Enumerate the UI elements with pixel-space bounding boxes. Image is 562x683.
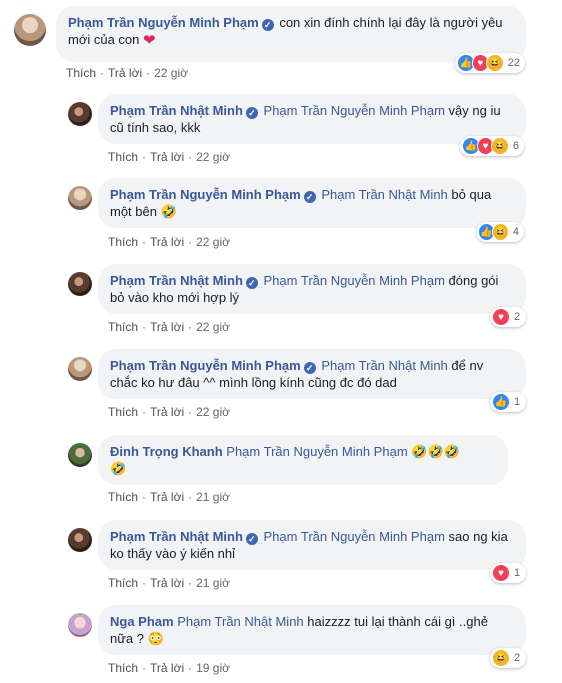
comment-author[interactable]: Phạm Trần Nguyễn Minh Phạm	[68, 15, 259, 30]
haha-reaction-icon: 😆	[491, 137, 509, 155]
mentioned-user[interactable]: Phạm Trần Nguyễn Minh Phạm	[264, 103, 445, 118]
reply-link[interactable]: Trả lời	[150, 405, 184, 419]
comment-time[interactable]: 19 giờ	[196, 661, 230, 675]
avatar[interactable]	[68, 272, 92, 296]
comment-author[interactable]: Nga Pham	[110, 614, 174, 629]
comment-actions: Thích · Trả lời · 22 giờ	[108, 405, 230, 419]
rofl-emoji-icon: 🤣	[110, 461, 127, 476]
like-link[interactable]: Thích	[66, 66, 96, 80]
reply-link[interactable]: Trả lời	[150, 661, 184, 675]
reaction-count: 1	[514, 396, 521, 408]
avatar[interactable]	[68, 102, 92, 126]
comment-author[interactable]: Phạm Trần Nhật Minh	[110, 273, 243, 288]
avatar[interactable]	[68, 443, 92, 467]
like-link[interactable]: Thích	[108, 576, 138, 590]
verified-badge-icon: ✓	[303, 362, 316, 374]
reaction-count: 4	[512, 226, 519, 238]
comment-author[interactable]: Phạm Trần Nhật Minh	[110, 103, 243, 118]
comment-author[interactable]: Phạm Trần Nguyễn Minh Phạm	[110, 187, 301, 202]
flushed-emoji-icon: 😳	[147, 631, 164, 646]
reaction-count: 2	[514, 311, 521, 323]
comment-bubble: Phạm Trần Nguyễn Minh Phạm ✓ Phạm Trần Nh…	[98, 349, 526, 399]
reaction-count: 22	[507, 57, 520, 69]
heart-emoji-icon: ❤	[143, 32, 156, 49]
mentioned-user[interactable]: Phạm Trần Nhật Minh	[321, 187, 447, 202]
like-link[interactable]: Thích	[108, 150, 138, 164]
comment-time[interactable]: 21 giờ	[196, 490, 230, 504]
comment-bubble: Phạm Trần Nguyễn Minh Phạm ✓ con xin đính…	[56, 6, 526, 62]
love-reaction-icon: ♥	[492, 308, 510, 326]
reply-link[interactable]: Trả lời	[150, 576, 184, 590]
mentioned-user[interactable]: Phạm Trần Nhật Minh	[321, 358, 447, 373]
verified-badge-icon: ✓	[303, 191, 316, 203]
reactions-summary[interactable]: ♥ 1	[490, 563, 526, 583]
comment-time[interactable]: 22 giờ	[154, 66, 188, 80]
verified-badge-icon: ✓	[245, 533, 258, 545]
comment-author[interactable]: Đinh Trọng Khanh	[110, 444, 223, 459]
comment-time[interactable]: 22 giờ	[196, 405, 230, 419]
reply-link[interactable]: Trả lời	[108, 66, 142, 80]
reactions-summary[interactable]: ♥ 2	[490, 307, 526, 327]
comment-author[interactable]: Phạm Trần Nguyễn Minh Phạm	[110, 358, 301, 373]
like-link[interactable]: Thích	[108, 320, 138, 334]
reactions-summary[interactable]: 👍 😆 4	[476, 222, 524, 242]
mentioned-user[interactable]: Phạm Trần Nguyễn Minh Phạm	[264, 273, 445, 288]
reactions-summary[interactable]: 👍 ♥ 😆 6	[460, 136, 524, 156]
comment-time[interactable]: 22 giờ	[196, 235, 230, 249]
reactions-summary[interactable]: 👍 1	[490, 392, 526, 412]
comment-actions: Thích · Trả lời · 22 giờ	[108, 150, 230, 164]
like-link[interactable]: Thích	[108, 405, 138, 419]
reaction-count: 1	[514, 567, 521, 579]
reactions-summary[interactable]: 👍 ♥ 😆 22	[455, 53, 525, 73]
reply-link[interactable]: Trả lời	[150, 320, 184, 334]
avatar[interactable]	[68, 357, 92, 381]
haha-reaction-icon: 😆	[492, 649, 510, 667]
comment-actions: Thích · Trả lời · 21 giờ	[108, 490, 230, 504]
comment-actions: Thích · Trả lời · 22 giờ	[66, 66, 188, 80]
comment-bubble: Phạm Trần Nhật Minh ✓ Phạm Trần Nguyễn Mi…	[98, 264, 526, 314]
comment-bubble: Phạm Trần Nhật Minh ✓ Phạm Trần Nguyễn Mi…	[98, 520, 526, 570]
comment-bubble: Nga Pham Phạm Trần Nhật Minh haizzzz tui…	[98, 605, 526, 655]
verified-badge-icon: ✓	[261, 19, 274, 31]
comment-actions: Thích · Trả lời · 21 giờ	[108, 576, 230, 590]
haha-reaction-icon: 😆	[491, 223, 509, 241]
verified-badge-icon: ✓	[245, 277, 258, 289]
avatar[interactable]	[68, 613, 92, 637]
reply-link[interactable]: Trả lời	[150, 150, 184, 164]
comment-time[interactable]: 22 giờ	[196, 150, 230, 164]
like-reaction-icon: 👍	[492, 393, 510, 411]
rofl-emoji-icon: 🤣🤣🤣	[411, 444, 460, 459]
verified-badge-icon: ✓	[245, 107, 258, 119]
avatar[interactable]	[68, 186, 92, 210]
reaction-count: 6	[512, 140, 519, 152]
avatar[interactable]	[68, 528, 92, 552]
reply-link[interactable]: Trả lời	[150, 490, 184, 504]
reply-link[interactable]: Trả lời	[150, 235, 184, 249]
comment-bubble: Phạm Trần Nguyễn Minh Phạm ✓ Phạm Trần Nh…	[98, 178, 526, 228]
comment-actions: Thích · Trả lời · 19 giờ	[108, 661, 230, 675]
reactions-summary[interactable]: 😆 2	[490, 648, 526, 668]
haha-reaction-icon: 😆	[486, 54, 504, 72]
mentioned-user[interactable]: Phạm Trần Nguyễn Minh Phạm	[226, 444, 407, 459]
avatar[interactable]	[14, 14, 46, 46]
like-link[interactable]: Thích	[108, 661, 138, 675]
comment-bubble: Đinh Trọng Khanh Phạm Trần Nguyễn Minh P…	[98, 435, 508, 485]
mentioned-user[interactable]: Phạm Trần Nhật Minh	[177, 614, 303, 629]
comment-time[interactable]: 21 giờ	[196, 576, 230, 590]
comment-actions: Thích · Trả lời · 22 giờ	[108, 235, 230, 249]
comment-bubble: Phạm Trần Nhật Minh ✓ Phạm Trần Nguyễn Mi…	[98, 94, 526, 144]
mentioned-user[interactable]: Phạm Trần Nguyễn Minh Phạm	[264, 529, 445, 544]
like-link[interactable]: Thích	[108, 490, 138, 504]
rofl-emoji-icon: 🤣	[160, 204, 177, 219]
comment-author[interactable]: Phạm Trần Nhật Minh	[110, 529, 243, 544]
love-reaction-icon: ♥	[492, 564, 510, 582]
comment-actions: Thích · Trả lời · 22 giờ	[108, 320, 230, 334]
comment-time[interactable]: 22 giờ	[196, 320, 230, 334]
reaction-count: 2	[514, 652, 521, 664]
like-link[interactable]: Thích	[108, 235, 138, 249]
